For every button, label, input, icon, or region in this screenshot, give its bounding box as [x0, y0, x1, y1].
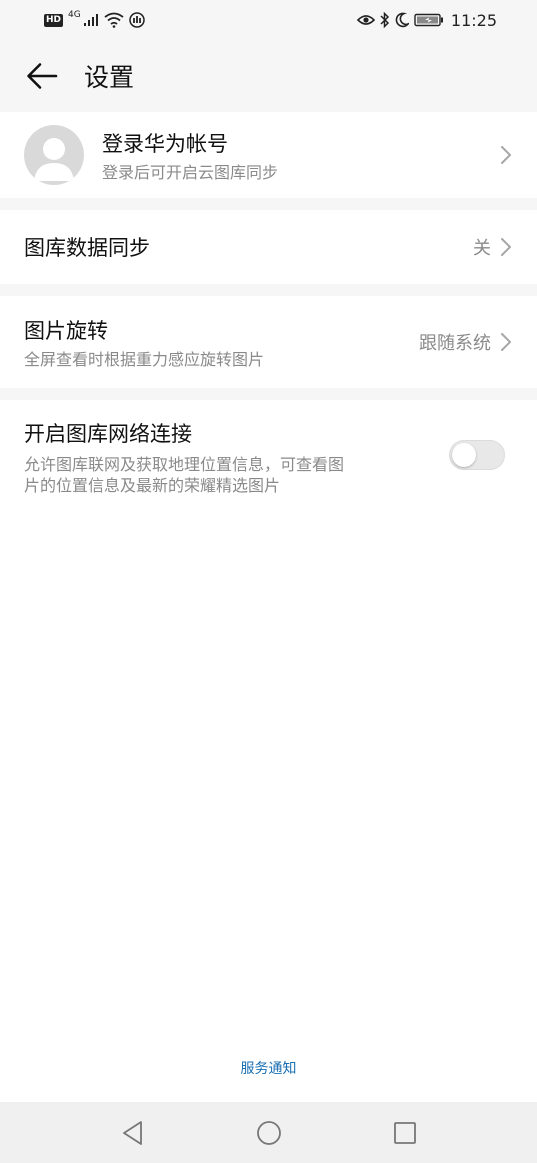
data-icon — [128, 12, 145, 28]
account-subtitle: 登录后可开启云图库同步 — [102, 162, 279, 182]
bluetooth-icon — [380, 12, 389, 28]
account-card: 登录华为帐号 登录后可开启云图库同步 — [0, 112, 537, 198]
sync-title: 图库数据同步 — [24, 236, 150, 260]
moon-icon — [395, 12, 409, 28]
status-bar: HD 4G 11:25 — [0, 0, 537, 40]
nav-home-button[interactable] — [247, 1111, 291, 1155]
nav-back-button[interactable] — [111, 1111, 155, 1155]
rotate-value: 跟随系统 — [419, 333, 491, 354]
status-time: 11:25 — [450, 10, 497, 30]
navigation-bar — [0, 1102, 537, 1163]
status-left: HD 4G — [44, 10, 145, 28]
network-type: 4G — [68, 10, 81, 20]
sync-row[interactable]: 图库数据同步 关 — [0, 210, 537, 284]
network-row[interactable]: 开启图库网络连接 允许图库联网及获取地理位置信息，可查看图 片的位置信息及最新的… — [0, 400, 537, 510]
eye-comfort-icon — [356, 15, 375, 25]
nav-recents-button[interactable] — [383, 1111, 427, 1155]
rotate-text: 图片旋转 全屏查看时根据重力感应旋转图片 — [24, 315, 264, 370]
service-notice-link[interactable]: 服务通知 — [0, 1058, 537, 1078]
chevron-right-icon — [501, 238, 511, 256]
sync-card: 图库数据同步 关 — [0, 210, 537, 284]
avatar — [24, 125, 84, 185]
network-subtitle-line1: 允许图库联网及获取地理位置信息，可查看图 — [24, 455, 345, 474]
chevron-right-icon — [501, 333, 511, 351]
home-circle-icon — [256, 1120, 281, 1145]
rotate-row[interactable]: 图片旋转 全屏查看时根据重力感应旋转图片 跟随系统 — [0, 296, 537, 388]
chevron-right-icon — [501, 146, 511, 164]
network-text: 开启图库网络连接 允许图库联网及获取地理位置信息，可查看图 片的位置信息及最新的… — [24, 418, 424, 496]
back-triangle-icon — [122, 1120, 142, 1145]
account-title: 登录华为帐号 — [102, 131, 228, 156]
account-right — [499, 144, 513, 166]
network-subtitle-line2: 片的位置信息及最新的荣耀精选图片 — [24, 476, 281, 495]
rotate-card: 图片旋转 全屏查看时根据重力感应旋转图片 跟随系统 — [0, 296, 537, 388]
rotate-subtitle: 全屏查看时根据重力感应旋转图片 — [24, 349, 265, 369]
status-right: 11:25 — [356, 10, 497, 30]
battery-icon — [414, 13, 443, 27]
default-avatar-icon — [34, 138, 74, 181]
wifi-icon — [104, 12, 124, 28]
toggle-knob — [452, 443, 476, 467]
header: 设置 — [0, 40, 537, 112]
arrow-left-icon — [27, 63, 58, 89]
sync-right: 关 — [473, 234, 513, 260]
page-title: 设置 — [84, 63, 135, 92]
hd-badge: HD — [44, 13, 64, 27]
rotate-right: 跟随系统 — [419, 329, 513, 355]
signal-icon — [83, 14, 98, 26]
back-button[interactable] — [18, 52, 66, 100]
rotate-title: 图片旋转 — [24, 318, 108, 343]
network-toggle[interactable] — [449, 440, 505, 470]
account-text: 登录华为帐号 登录后可开启云图库同步 — [102, 128, 278, 183]
network-title: 开启图库网络连接 — [24, 422, 192, 446]
account-row[interactable]: 登录华为帐号 登录后可开启云图库同步 — [0, 112, 537, 198]
recents-square-icon — [393, 1121, 416, 1144]
network-card: 开启图库网络连接 允许图库联网及获取地理位置信息，可查看图 片的位置信息及最新的… — [0, 400, 537, 1102]
sync-value: 关 — [473, 238, 491, 259]
